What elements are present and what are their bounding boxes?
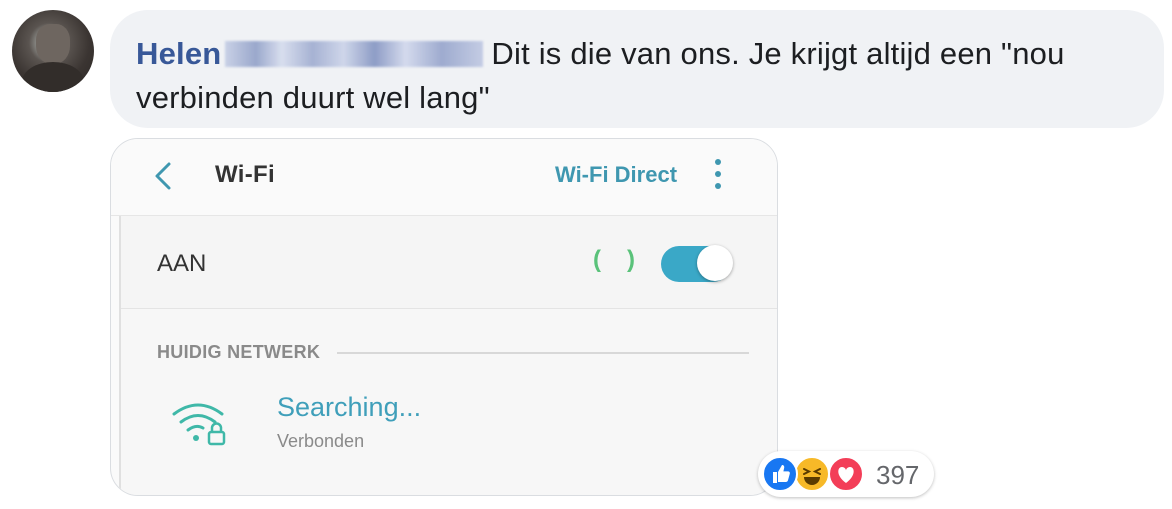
current-network-heading: HUIDIG NETWERK <box>157 342 321 362</box>
network-name: Searching... <box>277 392 422 422</box>
like-icon <box>762 456 798 492</box>
redacted-name-blur <box>225 41 484 67</box>
wifi-on-label: AAN <box>157 250 207 277</box>
reactions-summary[interactable]: 397 <box>758 451 934 497</box>
comment-body: Helen Dit is die van ons. Je krijgt altij… <box>136 32 1146 120</box>
wifi-header: Wi-Fi Wi-Fi Direct <box>111 139 777 216</box>
reaction-count: 397 <box>876 460 920 490</box>
signal-bracket-right: ) <box>627 246 635 273</box>
commenter-avatar[interactable] <box>12 10 94 92</box>
wifi-lock-icon <box>172 403 226 446</box>
wifi-title: Wi-Fi <box>215 161 275 188</box>
wifi-direct-link: Wi-Fi Direct <box>555 162 678 187</box>
toggle-knob <box>697 245 733 281</box>
signal-bracket-left: ( <box>593 246 601 273</box>
love-icon <box>828 456 864 492</box>
wifi-settings-screenshot: Wi-Fi Wi-Fi Direct AAN ( ) HUIDIG NETWER… <box>111 139 777 495</box>
wifi-toggle-switch <box>661 245 733 282</box>
wifi-content: AAN ( ) HUIDIG NETWERK Searching... Verb… <box>119 216 777 495</box>
back-arrow-icon <box>155 162 171 190</box>
more-options-icon <box>713 159 723 193</box>
comment-image-attachment[interactable]: Wi-Fi Wi-Fi Direct AAN ( ) HUIDIG NETWER… <box>110 138 778 496</box>
comment-bubble: Helen Dit is die van ons. Je krijgt altij… <box>110 10 1164 128</box>
haha-icon <box>794 456 830 492</box>
wifi-toggle-row: AAN ( ) <box>121 216 777 309</box>
network-status: Verbonden <box>277 431 365 451</box>
comment-author-link[interactable]: Helen <box>136 36 221 71</box>
section-divider <box>337 352 749 354</box>
